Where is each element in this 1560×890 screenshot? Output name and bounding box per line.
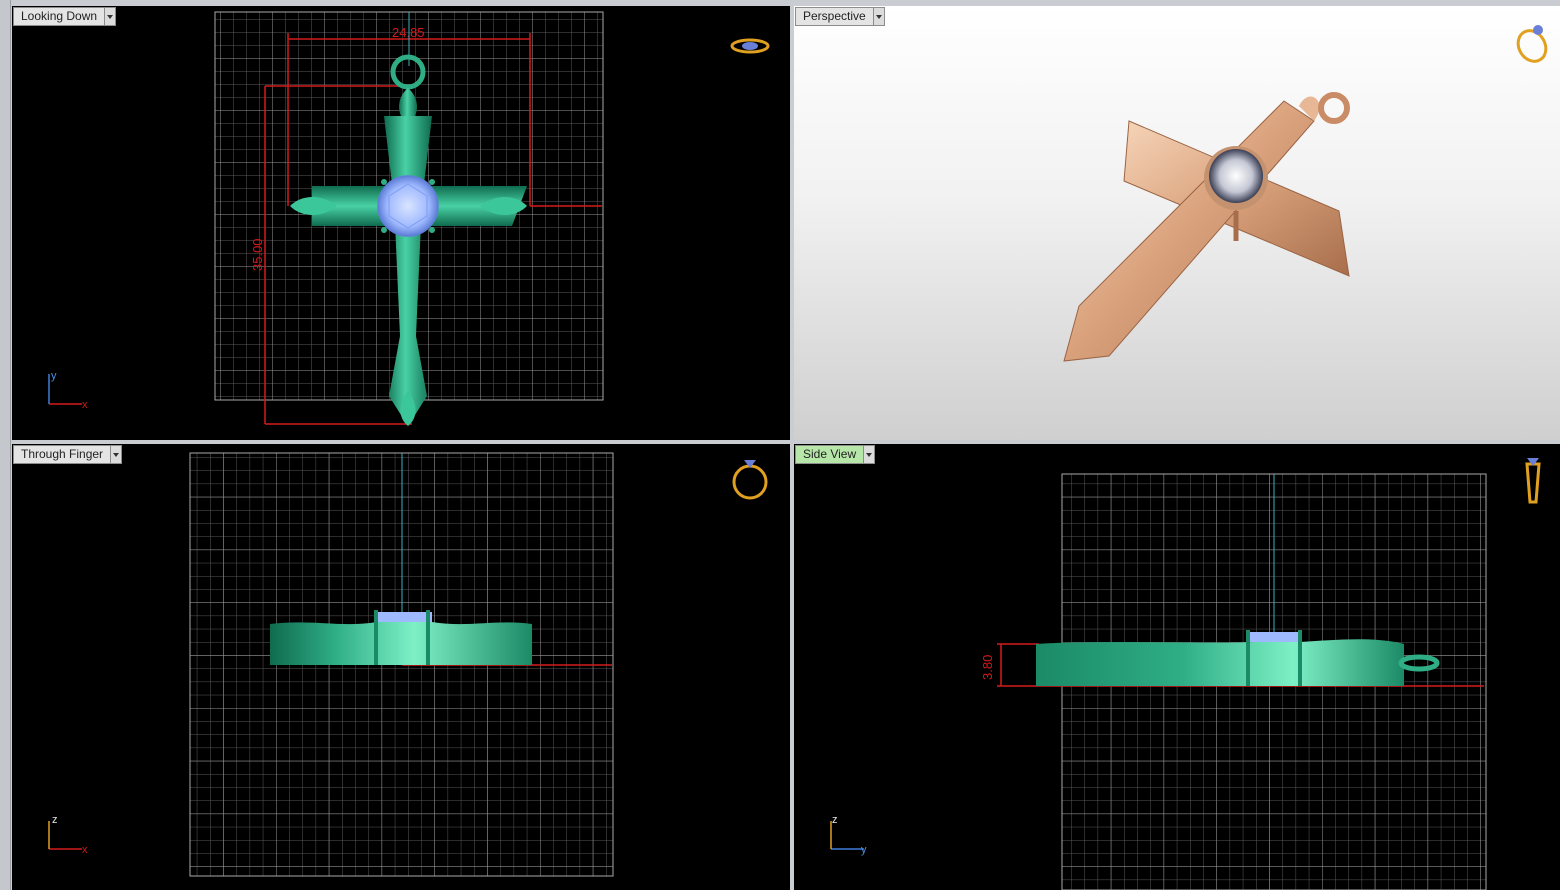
viewport-title: Perspective [796, 8, 873, 25]
axis-label-x: x [82, 844, 88, 856]
axis-label-z: z [832, 814, 838, 826]
ring-perspective-icon[interactable] [1513, 25, 1552, 66]
viewport-perspective[interactable]: Perspective [794, 6, 1560, 440]
top-view-scene: 24.85 35.00 y x [48, 11, 770, 426]
viewport-label-looking-down[interactable]: Looking Down [13, 7, 117, 26]
viewport-menu-dropdown[interactable] [872, 8, 884, 25]
front-view-scene: z x [48, 452, 768, 877]
axis-label-x: x [82, 399, 88, 411]
dimension-height-label: 35.00 [250, 238, 265, 271]
viewport-menu-dropdown[interactable] [110, 446, 122, 463]
cross-pendant-perspective[interactable] [1063, 92, 1350, 362]
viewport-label-through-finger[interactable]: Through Finger [13, 445, 123, 464]
ring-side-icon[interactable] [1525, 458, 1541, 504]
ring-top-icon[interactable] [730, 38, 770, 54]
dimension-width-label: 24.85 [392, 25, 425, 40]
viewport-through-finger[interactable]: Through Finger z x [12, 444, 790, 890]
left-toolbar-strip [0, 0, 11, 890]
viewport-side-view[interactable]: Side View 3.80 z y [794, 444, 1560, 890]
side-view-scene: 3.80 z y [830, 458, 1541, 890]
dimension-thickness-label: 3.80 [980, 655, 995, 680]
viewport-title: Through Finger [14, 446, 111, 463]
ring-front-icon[interactable] [732, 460, 768, 500]
perspective-scene [1063, 25, 1552, 362]
axis-label-z: z [52, 814, 58, 826]
viewport-looking-down[interactable]: Looking Down 24.85 35.00 y x [12, 6, 790, 440]
viewport-label-side-view[interactable]: Side View [795, 445, 876, 464]
axis-label-y: y [861, 844, 867, 856]
viewport-label-perspective[interactable]: Perspective [795, 7, 885, 26]
axis-label-y: y [51, 370, 57, 382]
viewport-menu-dropdown[interactable] [863, 446, 875, 463]
viewport-menu-dropdown[interactable] [104, 8, 116, 25]
viewport-title: Side View [796, 446, 864, 463]
viewport-title: Looking Down [14, 8, 105, 25]
